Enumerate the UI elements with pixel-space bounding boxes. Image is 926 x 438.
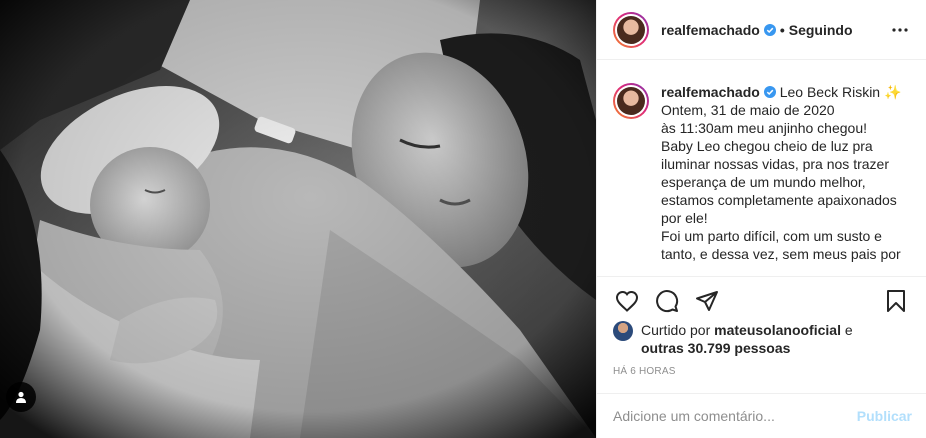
post-side-panel: realfemachado • Seguindo realfemachado L… <box>596 0 926 438</box>
liker-username[interactable]: mateusolanooficial <box>714 322 841 338</box>
avatar[interactable] <box>617 15 645 44</box>
caption-avatar[interactable] <box>617 87 645 115</box>
caption-line-text: Leo Beck Riskin ✨ <box>779 84 902 100</box>
caption: realfemachado Leo Beck Riskin ✨ Ontem, 3… <box>613 83 912 263</box>
caption-line: por ele! <box>661 210 708 226</box>
post-media[interactable] <box>0 0 596 438</box>
story-ring[interactable] <box>613 11 649 48</box>
comment-button[interactable] <box>647 281 687 321</box>
verified-badge-icon <box>763 23 776 36</box>
caption-story-ring[interactable] <box>613 83 649 119</box>
caption-line: esperança de um mundo melhor, <box>661 174 866 190</box>
comment-input[interactable] <box>613 408 857 424</box>
likes-joiner: e <box>844 322 853 338</box>
user-tag-icon <box>16 391 26 403</box>
liker-avatar[interactable] <box>613 321 633 341</box>
caption-line: Baby Leo chegou cheio de luz pra <box>661 138 873 154</box>
caption-text: realfemachado Leo Beck Riskin ✨ Ontem, 3… <box>661 83 912 263</box>
comment-icon <box>656 289 679 312</box>
action-bar <box>597 276 926 324</box>
heart-icon <box>615 290 639 312</box>
header-username[interactable]: realfemachado <box>661 22 760 38</box>
caption-line: iluminar nossas vidas, pra nos trazer <box>661 156 889 172</box>
caption-username[interactable]: realfemachado <box>661 84 760 100</box>
save-button[interactable] <box>876 281 916 321</box>
share-button[interactable] <box>687 281 727 321</box>
following-button[interactable]: Seguindo <box>789 22 853 38</box>
likes-others-link[interactable]: outras 30.799 pessoas <box>641 340 790 356</box>
comment-form: Publicar <box>597 393 926 438</box>
verified-badge-icon <box>763 86 776 98</box>
like-button[interactable] <box>607 281 647 321</box>
post-photo <box>0 0 596 438</box>
publish-button[interactable]: Publicar <box>857 408 912 424</box>
more-options-button[interactable] <box>888 18 912 42</box>
likes-prefix: Curtido por <box>641 322 711 338</box>
caption-line: realfemachado Leo Beck Riskin ✨ <box>661 83 912 101</box>
user-tag-button[interactable] <box>6 382 36 412</box>
caption-line: Foi um parto difícil, com um susto e <box>661 228 882 244</box>
caption-line: às 11:30am meu anjinho chegou! <box>661 120 867 136</box>
instagram-post: realfemachado • Seguindo realfemachado L… <box>0 0 926 438</box>
post-timestamp[interactable]: HÁ 6 HORAS <box>613 366 676 377</box>
caption-line: tanto, e dessa vez, sem meus pais por <box>661 246 901 262</box>
more-horizontal-icon <box>892 27 908 32</box>
caption-line: Ontem, 31 de maio de 2020 <box>661 102 835 118</box>
bookmark-icon <box>887 289 905 312</box>
caption-area[interactable]: realfemachado Leo Beck Riskin ✨ Ontem, 3… <box>597 61 926 275</box>
caption-line: estamos completamente apaixonados <box>661 192 897 208</box>
separator-dot: • <box>779 21 785 38</box>
paper-plane-icon <box>696 290 718 311</box>
post-header: realfemachado • Seguindo <box>597 0 926 60</box>
likes-summary: Curtido por mateusolanooficial e outras … <box>613 321 912 357</box>
likes-text: Curtido por mateusolanooficial e outras … <box>641 321 853 357</box>
